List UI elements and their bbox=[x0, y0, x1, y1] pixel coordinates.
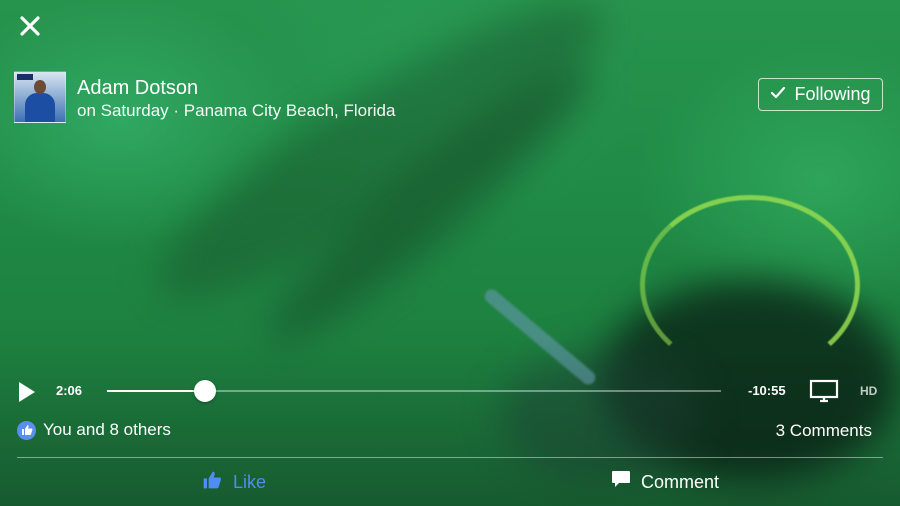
following-button[interactable]: Following bbox=[758, 78, 883, 111]
avatar-head bbox=[34, 80, 46, 94]
avatar-banner bbox=[17, 74, 33, 80]
seek-bar[interactable] bbox=[107, 380, 721, 402]
remaining-time: -10:55 bbox=[748, 383, 786, 398]
avatar[interactable] bbox=[14, 71, 66, 123]
current-time: 2:06 bbox=[56, 383, 83, 398]
tv-icon[interactable] bbox=[809, 379, 839, 403]
post-subtitle: on Saturday · Panama City Beach, Florida bbox=[77, 101, 396, 120]
post-header: Adam Dotson on Saturday · Panama City Be… bbox=[14, 71, 395, 123]
comment-label: Comment bbox=[641, 471, 720, 492]
post-meta: Adam Dotson on Saturday · Panama City Be… bbox=[77, 71, 395, 121]
seek-handle[interactable] bbox=[194, 380, 217, 402]
hd-toggle[interactable]: HD bbox=[860, 384, 877, 398]
close-icon[interactable] bbox=[14, 12, 46, 42]
player-controls: 2:06 -10:55 HD bbox=[0, 378, 900, 404]
comments-count[interactable]: 3 Comments bbox=[776, 421, 872, 441]
seek-progress bbox=[107, 390, 206, 392]
like-button[interactable]: Like bbox=[201, 470, 266, 495]
comment-button[interactable]: Comment bbox=[611, 470, 719, 494]
comment-bubble-icon bbox=[611, 470, 631, 494]
thumbs-up-icon bbox=[201, 470, 223, 495]
check-icon bbox=[770, 84, 786, 105]
following-label: Following bbox=[794, 84, 871, 104]
avatar-body bbox=[25, 93, 55, 122]
likes-text: You and 8 others bbox=[43, 420, 171, 439]
divider bbox=[17, 457, 883, 458]
thumbs-up-icon bbox=[17, 420, 36, 440]
author-name[interactable]: Adam Dotson bbox=[77, 77, 395, 99]
reaction-summary[interactable]: You and 8 others bbox=[17, 420, 171, 440]
play-icon[interactable] bbox=[17, 381, 37, 403]
like-label: Like bbox=[233, 472, 267, 492]
